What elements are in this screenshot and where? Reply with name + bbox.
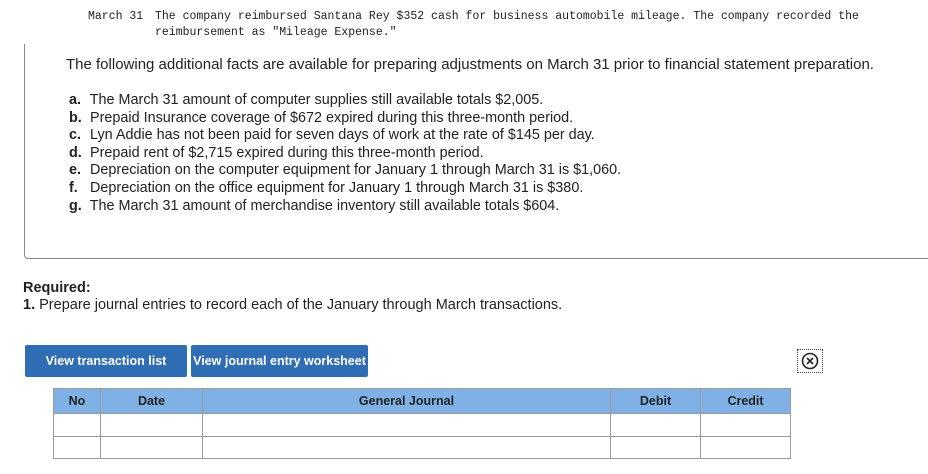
cell-debit xyxy=(610,413,701,437)
fact-text: Prepaid rent of $2,715 expired during th… xyxy=(90,144,484,161)
cell-credit xyxy=(700,413,791,437)
general-journal-table: No Date General Journal Debit Credit xyxy=(53,388,791,459)
fact-letter: b. xyxy=(69,109,82,126)
fact-letter: f. xyxy=(69,179,78,196)
cell-date xyxy=(100,436,203,459)
fact-text: Lyn Addie has not been paid for seven da… xyxy=(90,127,595,144)
fact-text: The March 31 amount of computer supplies… xyxy=(89,92,544,108)
required-item-text: Prepare journal entries to record each o… xyxy=(39,297,563,313)
close-button[interactable] xyxy=(797,349,823,373)
view-transaction-list-button[interactable]: View transaction list xyxy=(25,345,187,377)
required-item-number: 1. xyxy=(23,297,36,313)
cell-credit xyxy=(700,436,791,459)
table-row xyxy=(53,413,791,437)
col-header-date: Date xyxy=(100,388,203,414)
fact-letter: c. xyxy=(69,127,82,144)
fact-item: c. Lyn Addie has not been paid for seven… xyxy=(69,127,621,145)
fact-text: The March 31 amount of merchandise inven… xyxy=(89,197,560,214)
transaction-text-line2: reimbursement as "Mileage Expense." xyxy=(155,26,397,39)
fact-letter: a. xyxy=(69,92,82,108)
facts-list: a. The March 31 amount of computer suppl… xyxy=(69,92,621,215)
col-header-general-journal: General Journal xyxy=(202,388,611,414)
cell-general-journal xyxy=(202,436,611,459)
fact-item: f. Depreciation on the office equipment … xyxy=(69,180,621,198)
table-row xyxy=(53,436,791,459)
cell-general-journal xyxy=(202,413,611,437)
fact-text: Prepaid Insurance coverage of $672 expir… xyxy=(90,109,574,126)
table-header-row: No Date General Journal Debit Credit xyxy=(53,388,791,414)
fact-item: e. Depreciation on the computer equipmen… xyxy=(69,162,621,180)
fact-letter: e. xyxy=(69,162,82,179)
col-header-credit: Credit xyxy=(700,388,791,414)
fact-item: b. Prepaid Insurance coverage of $672 ex… xyxy=(69,110,621,128)
fact-text: Depreciation on the office equipment for… xyxy=(90,179,584,196)
march-31-transaction: March 31 The company reimbursed Santana … xyxy=(88,9,908,41)
cell-debit xyxy=(610,436,701,459)
circle-x-icon xyxy=(801,352,819,370)
fact-letter: d. xyxy=(69,144,82,161)
required-heading: Required: xyxy=(23,280,91,296)
fact-text: Depreciation on the computer equipment f… xyxy=(90,162,622,179)
cell-date xyxy=(100,413,203,437)
col-header-no: No xyxy=(53,388,101,414)
col-header-debit: Debit xyxy=(610,388,701,414)
transaction-date: March 31 xyxy=(88,10,144,23)
fact-letter: g. xyxy=(69,197,82,214)
facts-intro: The following additional facts are avail… xyxy=(66,56,874,73)
view-journal-entry-worksheet-button[interactable]: View journal entry worksheet xyxy=(191,345,368,377)
cell-no xyxy=(53,413,101,437)
cell-no xyxy=(53,436,101,459)
fact-item: d. Prepaid rent of $2,715 expired during… xyxy=(69,145,621,163)
fact-item: a. The March 31 amount of computer suppl… xyxy=(69,92,621,110)
transaction-text-line1: The company reimbursed Santana Rey $352 … xyxy=(155,10,859,23)
required-item: 1. Prepare journal entries to record eac… xyxy=(23,297,562,313)
fact-item: g. The March 31 amount of merchandise in… xyxy=(69,198,621,216)
